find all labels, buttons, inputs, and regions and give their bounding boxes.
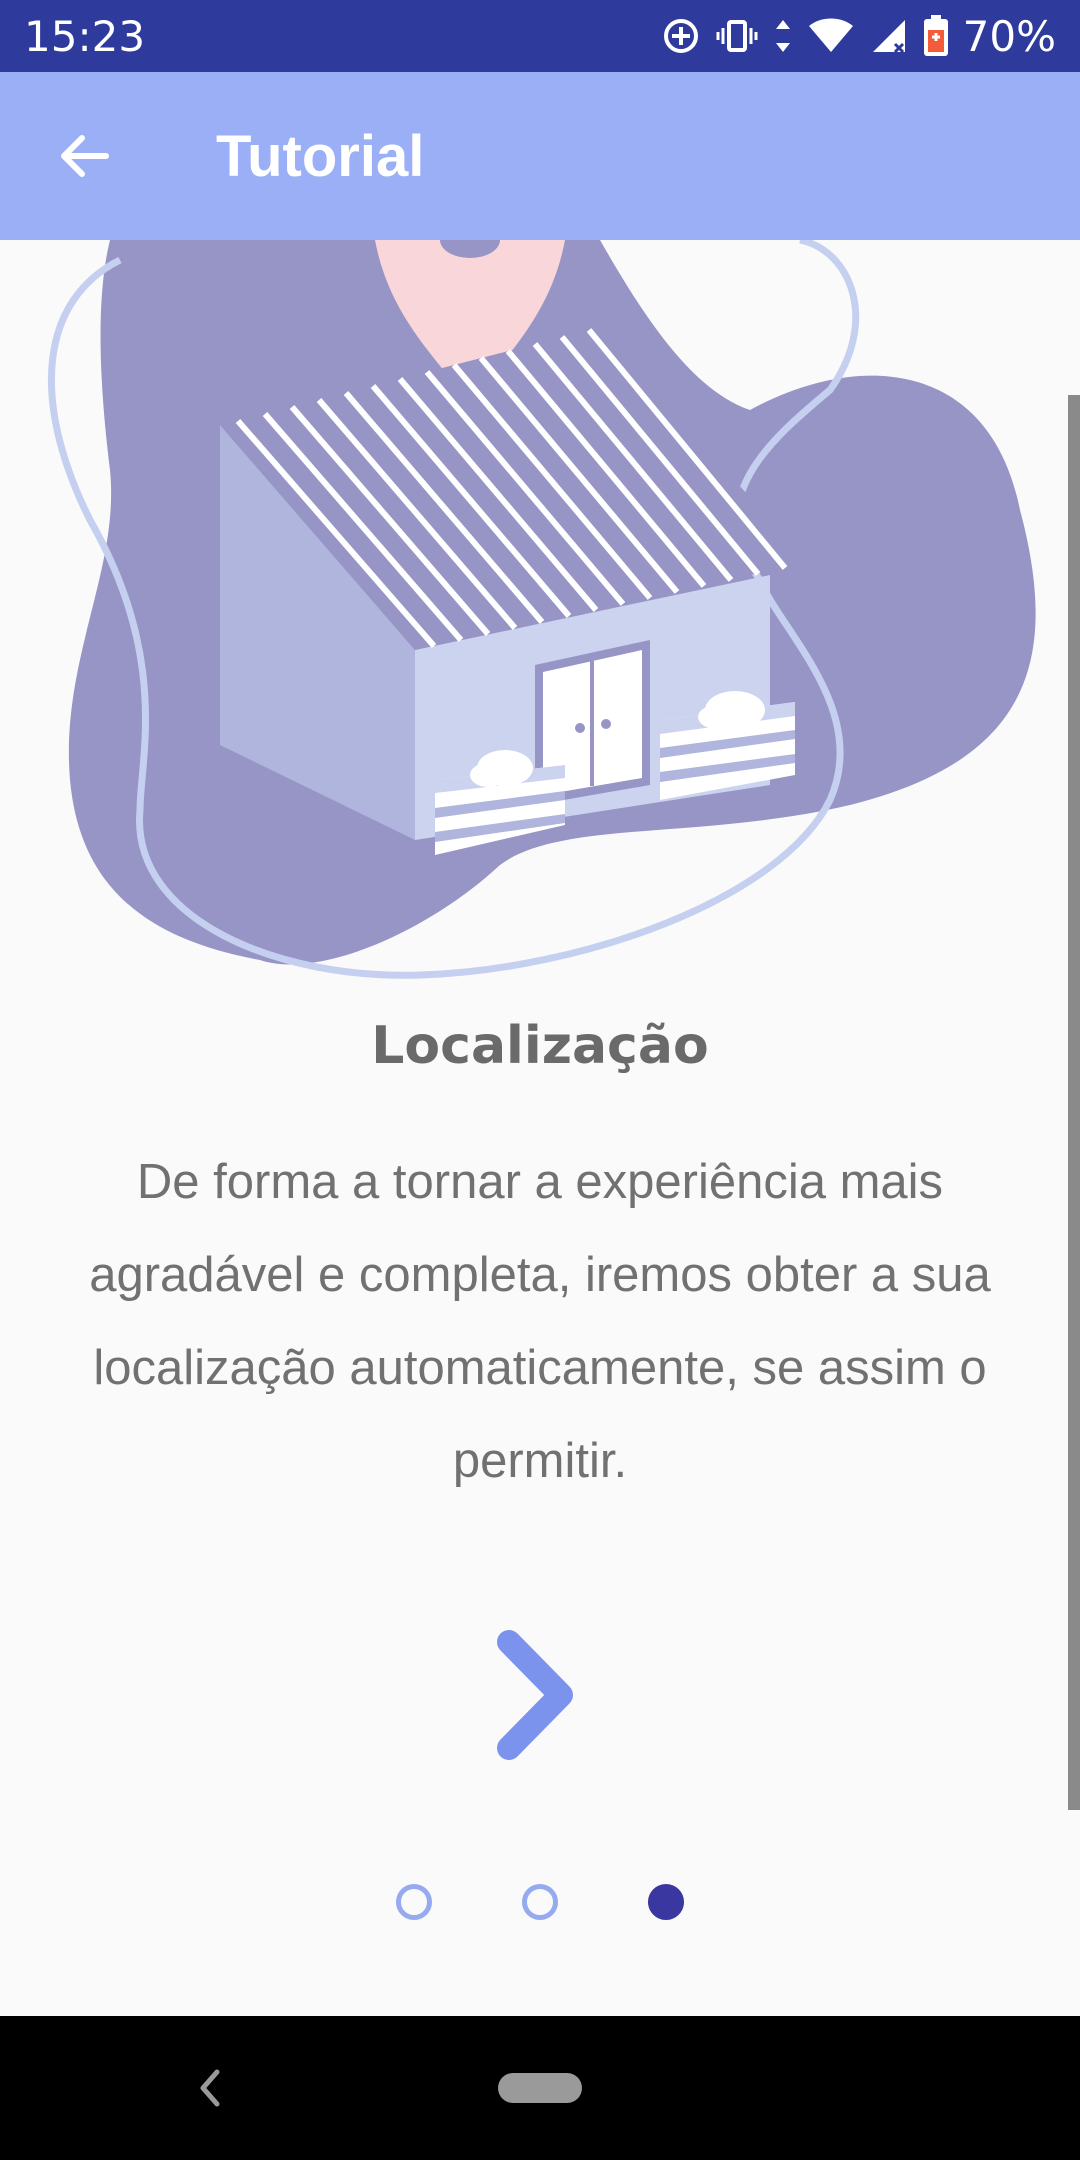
app-bar: Tutorial [0,72,1080,240]
chevron-right-icon [497,1630,573,1760]
navigation-bar [0,2016,1080,2160]
page-dot-2[interactable] [522,1884,558,1920]
battery-icon [923,15,948,56]
page-dot-3[interactable] [648,1884,684,1920]
battery-percent: 70% [962,11,1056,61]
tutorial-description: De forma a tornar a experiência mais agr… [89,1155,991,1488]
next-button[interactable] [480,1620,590,1770]
status-time: 15:23 [24,11,146,61]
wifi-icon [808,18,853,52]
scrollbar[interactable] [1068,395,1080,1810]
page-dot-1[interactable] [396,1884,432,1920]
arrow-back-icon [61,135,109,177]
nav-home-button[interactable] [498,2073,582,2103]
data-saver-icon [663,19,698,53]
vibrate-icon [716,20,758,52]
app-title: Tutorial [216,123,425,189]
tutorial-title: Localização [371,1016,709,1076]
nav-back-button[interactable] [185,2056,233,2120]
house-location-illustration [0,236,1080,1000]
nav-back-icon [200,2069,220,2107]
status-bar: 15:23 70% [0,0,1080,72]
data-arrows-icon [775,20,790,52]
status-icons: 70% [661,12,1056,61]
back-button[interactable] [24,72,144,240]
page-indicator [0,1884,1080,1920]
cell-signal-icon [872,20,905,54]
